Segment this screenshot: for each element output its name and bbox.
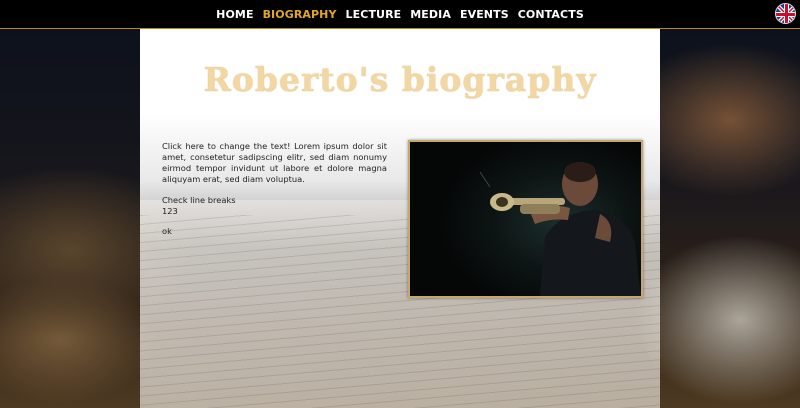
nav-item-contacts[interactable]: CONTACTS [518,8,584,21]
nav-item-media[interactable]: MEDIA [410,8,451,21]
background-right [660,29,800,408]
bio-line: 123 [162,206,178,216]
top-navbar: HOME BIOGRAPHY LECTURE MEDIA EVENTS CONT… [0,0,800,29]
nav-menu: HOME BIOGRAPHY LECTURE MEDIA EVENTS CONT… [0,0,800,28]
nav-item-biography[interactable]: BIOGRAPHY [263,8,337,21]
bio-line: Check line breaks [162,195,236,205]
bio-paragraph: Click here to change the text! Lorem ips… [162,141,387,184]
bio-text[interactable]: Click here to change the text! Lorem ips… [162,141,387,237]
background-left [0,29,140,408]
uk-flag-icon[interactable] [775,3,796,24]
page-title: Roberto's biography [203,60,597,99]
trumpet-player-photo[interactable] [408,140,643,298]
nav-item-events[interactable]: EVENTS [460,8,509,21]
nav-item-lecture[interactable]: LECTURE [346,8,402,21]
bio-line: ok [162,226,172,236]
nav-item-home[interactable]: HOME [216,8,253,21]
photo-image [410,142,641,296]
